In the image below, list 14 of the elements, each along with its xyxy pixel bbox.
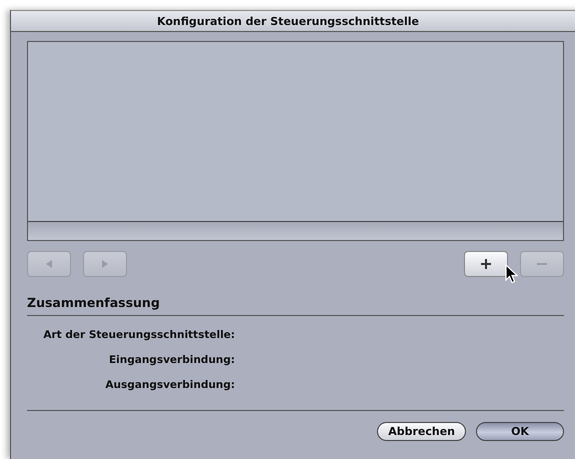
field-label: Ausgangsverbindung: [105, 379, 235, 391]
list-view[interactable] [27, 41, 564, 241]
section-heading: Zusammenfassung [27, 295, 161, 310]
plus-icon [481, 259, 491, 269]
minus-icon [537, 263, 547, 265]
cancel-button[interactable]: Abbrechen [377, 422, 466, 441]
right-triangle-icon [102, 260, 108, 268]
ok-button[interactable]: OK [476, 422, 564, 441]
window-title: Konfiguration der Steuerungsschnittstelle [157, 14, 419, 28]
add-button[interactable] [464, 251, 508, 277]
field-label: Eingangsverbindung: [108, 354, 235, 366]
mouse-pointer-icon [505, 264, 519, 284]
field-label: Art der Steuerungsschnittstelle: [43, 329, 235, 341]
left-triangle-icon [46, 260, 52, 268]
